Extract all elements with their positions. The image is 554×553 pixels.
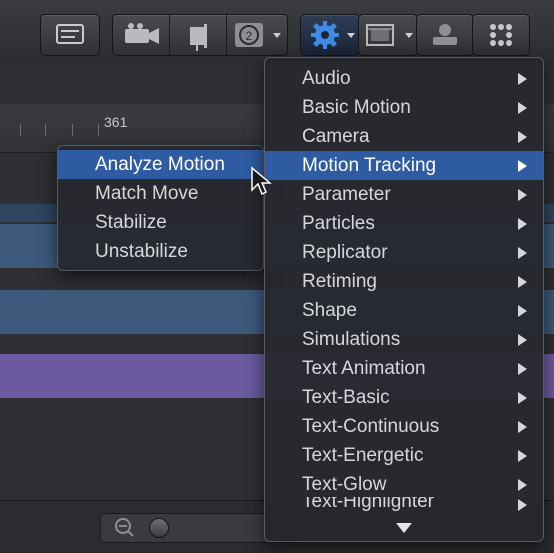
- submenu-arrow-icon: [518, 247, 527, 259]
- light-button[interactable]: [170, 15, 227, 55]
- menu-item-text-highlighter[interactable]: Text-Highlighter: [265, 497, 543, 513]
- menu-item-label: Match Move: [95, 183, 199, 204]
- ruler-frame-label: 361: [104, 114, 128, 130]
- menu-item-motion-tracking[interactable]: Motion Tracking: [265, 151, 543, 180]
- submenu-arrow-icon: [518, 392, 527, 404]
- camera-button[interactable]: [113, 15, 170, 55]
- make-particles-icon: [490, 24, 512, 46]
- menu-item-label: Camera: [302, 126, 370, 147]
- menu-item-basic-motion[interactable]: Basic Motion: [265, 93, 543, 122]
- submenu-arrow-icon: [518, 189, 527, 201]
- menu-item-label: Text-Continuous: [302, 416, 440, 437]
- menu-item-label: Stabilize: [95, 212, 167, 233]
- tracking-submenu: Analyze Motion Match Move Stabilize Unst…: [57, 145, 264, 271]
- menu-item-label: Motion Tracking: [302, 155, 437, 176]
- menu-item-retiming[interactable]: Retiming: [265, 267, 543, 296]
- menu-item-text-animation[interactable]: Text Animation: [265, 354, 543, 383]
- menu-item-parameter[interactable]: Parameter: [265, 180, 543, 209]
- make-particles-button[interactable]: [472, 14, 530, 56]
- submenu-arrow-icon: [518, 363, 527, 375]
- menu-item-label: Replicator: [302, 242, 388, 263]
- light-icon: [190, 24, 207, 51]
- scroll-down-icon: [396, 523, 412, 533]
- menu-item-text-continuous[interactable]: Text-Continuous: [265, 412, 543, 441]
- generator-icon: 2: [235, 23, 263, 47]
- submenu-arrow-icon: [518, 73, 527, 85]
- submenu-arrow-icon: [518, 499, 527, 511]
- submenu-arrow-icon: [518, 218, 527, 230]
- behaviors-menu: Audio Basic Motion Camera Motion Trackin…: [264, 57, 544, 542]
- menu-item-label: Text-Basic: [302, 387, 390, 408]
- menu-item-label: Unstabilize: [95, 241, 188, 262]
- menu-item-label: Basic Motion: [302, 97, 411, 118]
- submenu-arrow-icon: [518, 276, 527, 288]
- submenu-arrow-icon: [518, 160, 527, 172]
- menu-item-label: Text-Glow: [302, 474, 387, 495]
- submenu-arrow-icon: [518, 334, 527, 346]
- camera-icon: [125, 23, 159, 44]
- chevron-down-icon[interactable]: [347, 33, 355, 38]
- menu-item-label: Analyze Motion: [95, 154, 225, 175]
- submenu-item-stabilize[interactable]: Stabilize: [58, 208, 263, 237]
- svg-text:2: 2: [246, 29, 253, 43]
- menu-item-label: Simulations: [302, 329, 401, 350]
- mouse-pointer-icon: [251, 166, 272, 196]
- menu-item-label: Retiming: [302, 271, 377, 292]
- generator-button[interactable]: 2: [227, 15, 287, 55]
- menu-item-label: Shape: [302, 300, 357, 321]
- menu-item-label: Text-Highlighter: [302, 497, 434, 512]
- submenu-item-analyze-motion[interactable]: Analyze Motion: [58, 150, 263, 179]
- submenu-arrow-icon: [518, 102, 527, 114]
- chevron-down-icon[interactable]: [405, 33, 413, 38]
- chevron-down-icon[interactable]: [273, 33, 281, 38]
- menu-item-text-glow[interactable]: Text-Glow: [265, 470, 543, 499]
- inspector-button[interactable]: [40, 14, 100, 56]
- menu-item-label: Text Animation: [302, 358, 426, 379]
- menu-item-label: Audio: [302, 68, 351, 89]
- add-object-group: 2: [112, 14, 288, 56]
- replicator-icon: [433, 24, 457, 45]
- menu-item-replicator[interactable]: Replicator: [265, 238, 543, 267]
- inspector-icon: [56, 24, 84, 44]
- submenu-arrow-icon: [518, 131, 527, 143]
- submenu-arrow-icon: [518, 305, 527, 317]
- zoom-out-icon[interactable]: [111, 514, 139, 542]
- replicator-button[interactable]: [416, 14, 474, 56]
- menu-item-audio[interactable]: Audio: [265, 64, 543, 93]
- menu-item-simulations[interactable]: Simulations: [265, 325, 543, 354]
- menu-item-label: Parameter: [302, 184, 391, 205]
- behaviors-gear-icon: [311, 21, 339, 49]
- filters-icon: [366, 24, 394, 46]
- menu-item-shape[interactable]: Shape: [265, 296, 543, 325]
- zoom-slider-handle[interactable]: [149, 518, 169, 538]
- submenu-arrow-icon: [518, 450, 527, 462]
- menu-item-label: Text-Energetic: [302, 445, 424, 466]
- menu-item-particles[interactable]: Particles: [265, 209, 543, 238]
- menu-item-camera[interactable]: Camera: [265, 122, 543, 151]
- menu-item-label: Particles: [302, 213, 375, 234]
- menu-item-text-energetic[interactable]: Text-Energetic: [265, 441, 543, 470]
- submenu-arrow-icon: [518, 421, 527, 433]
- menu-scroll-down-area[interactable]: [265, 515, 543, 541]
- toolbar: 2: [0, 0, 554, 65]
- submenu-item-unstabilize[interactable]: Unstabilize: [58, 237, 263, 266]
- behaviors-button[interactable]: [300, 14, 360, 56]
- menu-item-text-basic[interactable]: Text-Basic: [265, 383, 543, 412]
- submenu-item-match-move[interactable]: Match Move: [58, 179, 263, 208]
- filters-button[interactable]: [358, 14, 418, 56]
- submenu-arrow-icon: [518, 479, 527, 491]
